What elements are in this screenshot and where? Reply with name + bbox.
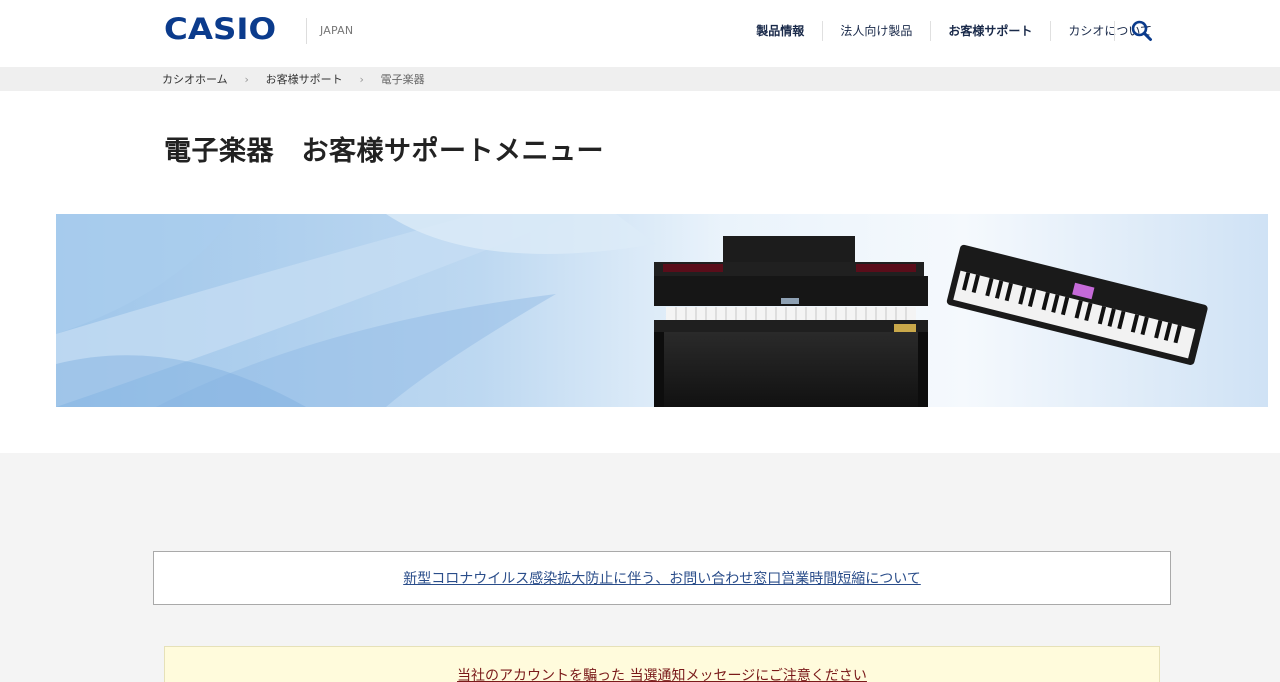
logo-divider (306, 18, 307, 44)
breadcrumb: カシオホーム › お客様サポート › 電子楽器 (0, 67, 1280, 91)
search-icon[interactable] (1131, 20, 1153, 42)
logo-text: CASIO (164, 12, 277, 46)
site-header: CASIO JAPAN 製品情報 法人向け製品 お客様サポート カシオについて (0, 0, 1280, 67)
nav-item-business[interactable]: 法人向け製品 (822, 21, 930, 41)
nav-item-support[interactable]: お客様サポート (930, 21, 1050, 41)
hero-banner (56, 214, 1268, 407)
breadcrumb-support[interactable]: お客様サポート (266, 71, 343, 87)
breadcrumb-current: 電子楽器 (380, 73, 425, 86)
notice-phishing: 当社のアカウントを騙った 当選通知メッセージにご注意ください (164, 646, 1160, 682)
global-nav: 製品情報 法人向け製品 お客様サポート カシオについて (738, 0, 1170, 62)
breadcrumb-home[interactable]: カシオホーム (162, 71, 228, 87)
page-title: 電子楽器 お客様サポートメニュー (164, 136, 604, 167)
region-label: JAPAN (320, 24, 354, 37)
chevron-right-icon: › (359, 72, 364, 86)
search-divider (1114, 21, 1115, 41)
casio-logo[interactable]: CASIO (164, 14, 276, 44)
chevron-right-icon: › (244, 72, 249, 86)
nav-item-products[interactable]: 製品情報 (738, 21, 822, 41)
hero-image (56, 214, 1268, 407)
notice-phishing-link[interactable]: 当社のアカウントを騙った 当選通知メッセージにご注意ください (457, 665, 867, 682)
notice-covid-link[interactable]: 新型コロナウイルス感染拡大防止に伴う、お問い合わせ窓口営業時間短縮について (403, 568, 921, 588)
notice-covid: 新型コロナウイルス感染拡大防止に伴う、お問い合わせ窓口営業時間短縮について (153, 551, 1171, 605)
